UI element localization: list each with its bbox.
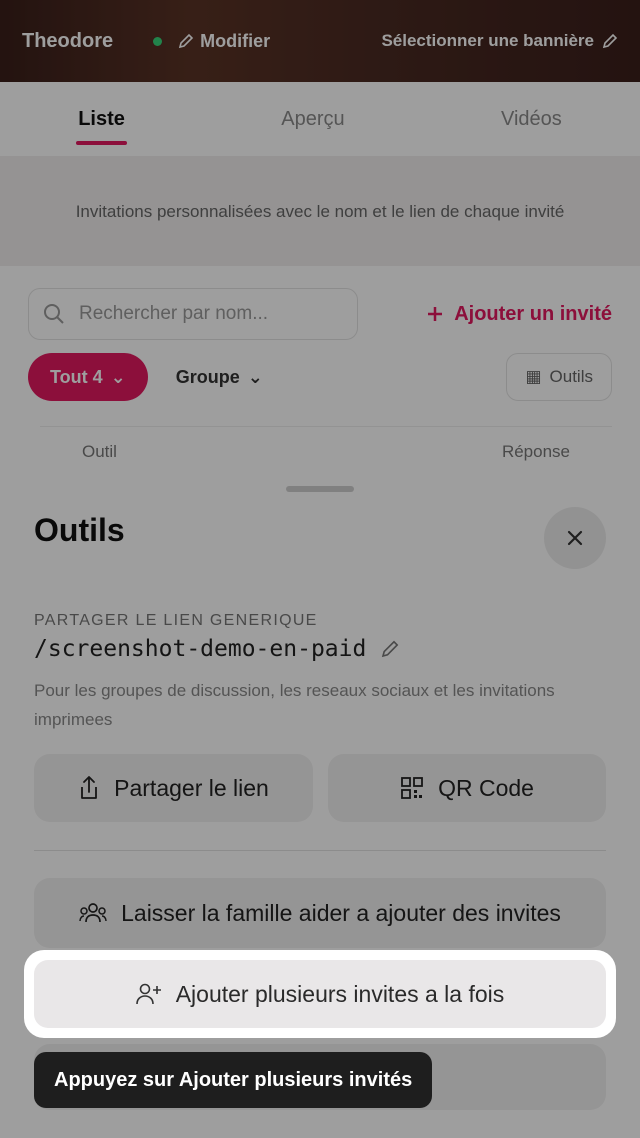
hint-tooltip: Appuyez sur Ajouter plusieurs invités: [34, 1052, 433, 1108]
bulk-add-highlight: Ajouter plusieurs invites a la fois: [24, 950, 616, 1038]
bulk-add-label: Ajouter plusieurs invites a la fois: [175, 980, 505, 1007]
bulk-add-button[interactable]: Ajouter plusieurs invites a la fois: [34, 960, 606, 1028]
hint-tooltip-text: Appuyez sur Ajouter plusieurs invités: [54, 1068, 413, 1091]
add-user-icon: [135, 983, 161, 1005]
